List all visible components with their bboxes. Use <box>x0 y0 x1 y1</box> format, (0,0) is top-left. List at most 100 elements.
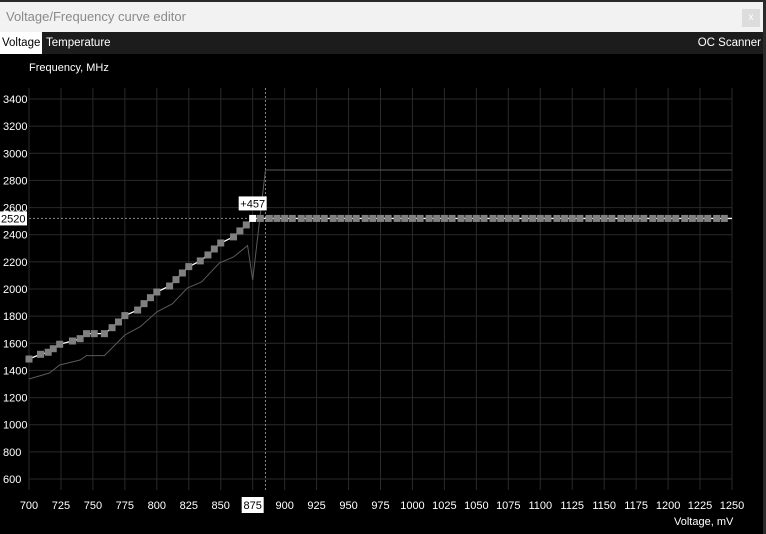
curve-point[interactable] <box>544 214 552 222</box>
y-tick-label: 1200 <box>3 393 27 405</box>
curve-point[interactable] <box>713 214 721 222</box>
curve-point[interactable] <box>536 214 544 222</box>
curve-point[interactable] <box>134 306 142 314</box>
curve-point[interactable] <box>720 214 728 222</box>
y-tick-label: 1600 <box>3 338 27 350</box>
curve-point[interactable] <box>617 214 625 222</box>
curve-point[interactable] <box>553 214 561 222</box>
curve-point[interactable] <box>472 214 480 222</box>
curve-point[interactable] <box>204 251 212 259</box>
curve-point[interactable] <box>649 214 657 222</box>
curve-point[interactable] <box>242 221 250 229</box>
curve-point[interactable] <box>696 214 704 222</box>
curve-point[interactable] <box>632 214 640 222</box>
curve-point[interactable] <box>593 214 601 222</box>
x-tick-label: 725 <box>52 500 70 512</box>
curve-point[interactable] <box>185 263 193 271</box>
curve-point[interactable] <box>146 294 154 302</box>
curve-point[interactable] <box>672 214 680 222</box>
curve-point[interactable] <box>313 214 321 222</box>
y-tick-label: 800 <box>3 447 21 459</box>
curve-point[interactable] <box>656 214 664 222</box>
curve-point[interactable] <box>425 214 433 222</box>
curve-point[interactable] <box>377 214 384 222</box>
curve-point[interactable] <box>337 214 345 222</box>
curve-point[interactable] <box>448 214 456 222</box>
curve-point[interactable] <box>521 214 529 222</box>
curve-point[interactable] <box>49 345 57 353</box>
curve-point[interactable] <box>90 330 98 338</box>
curve-point[interactable] <box>68 337 76 345</box>
curve-point[interactable] <box>401 214 409 222</box>
curve-point[interactable] <box>457 214 465 222</box>
curve-point[interactable] <box>608 214 616 222</box>
curve-point[interactable] <box>281 214 289 222</box>
curve-point[interactable] <box>108 324 116 332</box>
curve-point[interactable] <box>561 214 569 222</box>
curve-point[interactable] <box>83 330 91 338</box>
y-tick-label: 1400 <box>3 365 27 377</box>
curve-point[interactable] <box>265 214 273 222</box>
curve-point[interactable] <box>37 350 45 358</box>
curve-point[interactable] <box>576 214 584 222</box>
curve-point[interactable] <box>25 355 33 363</box>
curve-point[interactable] <box>681 214 689 222</box>
curve-point[interactable] <box>236 227 244 235</box>
curve-point[interactable] <box>688 214 696 222</box>
curve-point[interactable] <box>329 214 337 222</box>
curve-point[interactable] <box>345 214 353 222</box>
curve-point[interactable] <box>114 318 122 326</box>
curve-point[interactable] <box>664 214 672 222</box>
curve-point[interactable] <box>153 288 161 296</box>
curve-point[interactable] <box>297 214 305 222</box>
y-tick-label: 1000 <box>3 420 27 432</box>
curve-point[interactable] <box>256 214 264 222</box>
curve-point[interactable] <box>288 214 296 222</box>
y-tick-label: 2800 <box>3 175 27 187</box>
curve-point[interactable] <box>512 214 520 222</box>
curve-point[interactable] <box>100 330 108 338</box>
curve-point[interactable] <box>121 312 129 320</box>
curve-point[interactable] <box>166 282 174 290</box>
x-tick-label: 775 <box>116 500 134 512</box>
curve-point[interactable] <box>433 214 441 222</box>
offset-label: +457 <box>240 198 265 210</box>
curve-point[interactable] <box>529 214 537 222</box>
curve-point[interactable] <box>369 214 377 222</box>
curve-point[interactable] <box>480 214 488 222</box>
curve-point[interactable] <box>416 214 424 222</box>
curve-point[interactable] <box>624 214 632 222</box>
x-tick-label: 825 <box>180 500 198 512</box>
vf-curve-chart[interactable]: 6008001000120014001600180020002200240026… <box>0 0 766 534</box>
curve-point[interactable] <box>320 214 328 222</box>
curve-point[interactable] <box>408 214 416 222</box>
curve-point[interactable] <box>172 276 180 284</box>
curve-point[interactable] <box>489 214 497 222</box>
curve-point[interactable] <box>273 214 281 222</box>
curve-point[interactable] <box>393 214 401 222</box>
curve-point[interactable] <box>361 214 369 222</box>
curve-point[interactable] <box>230 233 238 241</box>
curve-point[interactable] <box>440 214 448 222</box>
curve-point[interactable] <box>504 214 512 222</box>
curve-point[interactable] <box>76 335 84 343</box>
curve-point[interactable] <box>210 245 218 253</box>
curve-point[interactable] <box>384 214 392 222</box>
curve-point[interactable] <box>352 214 360 222</box>
x-tick-label: 1225 <box>688 500 712 512</box>
curve-point[interactable] <box>217 239 225 247</box>
curve-point[interactable] <box>640 214 648 222</box>
selected-curve-point[interactable] <box>249 214 257 222</box>
curve-point[interactable] <box>465 214 473 222</box>
curve-point[interactable] <box>196 257 204 265</box>
curve-point[interactable] <box>178 269 186 277</box>
curve-point[interactable] <box>497 214 505 222</box>
curve-point[interactable] <box>568 214 576 222</box>
curve-point[interactable] <box>56 340 64 348</box>
curve-point[interactable] <box>585 214 593 222</box>
x-tick-label: 1050 <box>464 500 488 512</box>
curve-point[interactable] <box>704 214 712 222</box>
curve-point[interactable] <box>600 214 608 222</box>
curve-point[interactable] <box>305 214 313 222</box>
curve-point[interactable] <box>140 300 148 308</box>
